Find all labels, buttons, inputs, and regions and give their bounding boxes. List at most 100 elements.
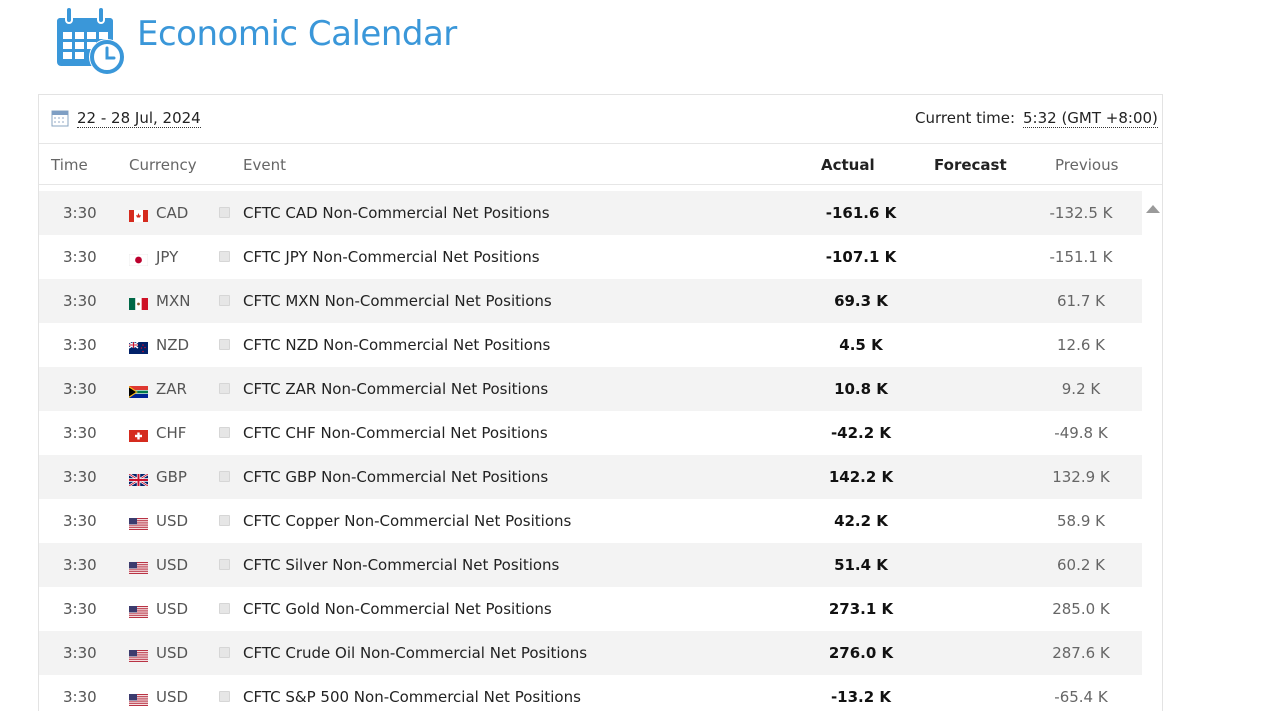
page-title: Economic Calendar: [137, 14, 457, 54]
row-currency: USD: [156, 556, 189, 574]
table-row[interactable]: 3:30 USD CFTC Gold Non-Commercial Net Posi…: [39, 587, 1142, 631]
importance-icon: [219, 515, 230, 526]
us-flag-icon: [129, 604, 148, 618]
header-previous: Previous: [1055, 156, 1119, 174]
importance-icon: [219, 251, 230, 262]
row-actual: 42.2 K: [834, 512, 888, 530]
row-event[interactable]: CFTC CHF Non-Commercial Net Positions: [243, 424, 548, 442]
importance-icon: [219, 383, 230, 394]
row-event[interactable]: CFTC NZD Non-Commercial Net Positions: [243, 336, 550, 354]
us-flag-icon: [129, 692, 148, 706]
events-table: 3:30 CAD CFTC CAD Non-Commercial Net Posit…: [39, 191, 1142, 719]
table-row[interactable]: 3:30 USD CFTC Copper Non-Commercial Net Po…: [39, 499, 1142, 543]
table-row[interactable]: 3:30 GBP CFTC GBP Non-Commercial Net Posit…: [39, 455, 1142, 499]
row-actual: 142.2 K: [828, 468, 894, 486]
row-time: 3:30: [63, 512, 97, 530]
table-row[interactable]: 3:30 USD CFTC Silver Non-Commercial Net Po…: [39, 543, 1142, 587]
row-actual: -13.2 K: [830, 688, 892, 706]
row-currency: CHF: [156, 424, 187, 442]
row-event[interactable]: CFTC ZAR Non-Commercial Net Positions: [243, 380, 548, 398]
row-time: 3:30: [63, 688, 97, 706]
jp-flag-icon: [128, 252, 149, 267]
row-previous: -49.8 K: [1054, 424, 1108, 442]
table-row[interactable]: 3:30 NZD CFTC NZD Non-Commercial Net Posit…: [39, 323, 1142, 367]
row-event[interactable]: CFTC S&P 500 Non-Commercial Net Position…: [243, 688, 581, 706]
row-actual: -42.2 K: [830, 424, 892, 442]
row-time: 3:30: [63, 292, 97, 310]
row-previous: 285.0 K: [1052, 600, 1110, 618]
current-time-value[interactable]: 5:32 (GMT +8:00): [1023, 109, 1158, 128]
row-actual: -107.1 K: [825, 248, 897, 266]
row-actual: -161.6 K: [825, 204, 897, 222]
calendar-icon[interactable]: [51, 109, 69, 127]
row-actual: 276.0 K: [828, 644, 894, 662]
ch-flag-icon: [129, 428, 148, 442]
row-previous: 58.9 K: [1056, 512, 1105, 530]
row-time: 3:30: [63, 556, 97, 574]
row-event[interactable]: CFTC Gold Non-Commercial Net Positions: [243, 600, 552, 618]
header-currency: Currency: [129, 156, 197, 174]
header-actual: Actual: [821, 156, 875, 174]
row-event[interactable]: CFTC JPY Non-Commercial Net Positions: [243, 248, 540, 266]
gb-flag-icon: [128, 472, 149, 488]
row-time: 3:30: [63, 468, 97, 486]
row-time: 3:30: [63, 336, 97, 354]
row-previous: 132.9 K: [1052, 468, 1110, 486]
row-event[interactable]: CFTC MXN Non-Commercial Net Positions: [243, 292, 552, 310]
row-currency: CAD: [156, 204, 189, 222]
importance-icon: [219, 603, 230, 614]
row-time: 3:30: [63, 248, 97, 266]
row-time: 3:30: [63, 380, 97, 398]
table-row[interactable]: 3:30 CHF CFTC CHF Non-Commercial Net Posit…: [39, 411, 1142, 455]
importance-icon: [219, 559, 230, 570]
row-currency: USD: [156, 688, 189, 706]
row-currency: MXN: [156, 292, 191, 310]
row-previous: 9.2 K: [1061, 380, 1101, 398]
header-event: Event: [243, 156, 286, 174]
row-time: 3:30: [63, 424, 97, 442]
row-currency: USD: [156, 600, 189, 618]
row-time: 3:30: [63, 644, 97, 662]
current-time-label: Current time:: [915, 109, 1016, 127]
row-previous: -151.1 K: [1049, 248, 1113, 266]
row-event[interactable]: CFTC Silver Non-Commercial Net Positions: [243, 556, 559, 574]
row-currency: GBP: [156, 468, 187, 486]
importance-icon: [219, 647, 230, 658]
row-currency: ZAR: [156, 380, 187, 398]
row-event[interactable]: CFTC CAD Non-Commercial Net Positions: [243, 204, 550, 222]
table-row[interactable]: 3:30 USD CFTC Crude Oil Non-Commercial Net…: [39, 631, 1142, 675]
table-row[interactable]: 3:30 USD CFTC S&P 500 Non-Commercial Net P…: [39, 675, 1142, 719]
row-time: 3:30: [63, 600, 97, 618]
row-currency: NZD: [156, 336, 190, 354]
us-flag-icon: [129, 560, 148, 574]
table-header: Time Currency Event Actual Forecast Prev…: [39, 144, 1162, 185]
importance-icon: [219, 427, 230, 438]
row-previous: 60.2 K: [1056, 556, 1105, 574]
za-flag-icon: [129, 384, 148, 398]
row-actual: 10.8 K: [834, 380, 888, 398]
row-previous: -132.5 K: [1049, 204, 1113, 222]
header-time: Time: [51, 156, 88, 174]
table-row[interactable]: 3:30 CAD CFTC CAD Non-Commercial Net Posit…: [39, 191, 1142, 235]
ca-flag-icon: [129, 208, 148, 222]
row-event[interactable]: CFTC GBP Non-Commercial Net Positions: [243, 468, 548, 486]
scroll-up-arrow-icon[interactable]: [1146, 199, 1160, 213]
row-actual: 51.4 K: [834, 556, 888, 574]
row-actual: 273.1 K: [828, 600, 894, 618]
row-event[interactable]: CFTC Copper Non-Commercial Net Positions: [243, 512, 571, 530]
table-row[interactable]: 3:30 JPY CFTC JPY Non-Commercial Net Posit…: [39, 235, 1142, 279]
date-range-picker[interactable]: 22 - 28 Jul, 2024: [77, 109, 201, 128]
table-row[interactable]: 3:30 MXN CFTC MXN Non-Commercial Net Posit…: [39, 279, 1142, 323]
us-flag-icon: [129, 648, 148, 662]
row-event[interactable]: CFTC Crude Oil Non-Commercial Net Positi…: [243, 644, 587, 662]
importance-icon: [219, 295, 230, 306]
table-row[interactable]: 3:30 ZAR CFTC ZAR Non-Commercial Net Posit…: [39, 367, 1142, 411]
importance-icon: [219, 691, 230, 702]
calendar-clock-icon: [54, 4, 130, 78]
date-bar: 22 - 28 Jul, 2024 Current time: 5:32 (GM…: [39, 95, 1162, 144]
row-previous: 61.7 K: [1056, 292, 1105, 310]
calendar-panel: 22 - 28 Jul, 2024 Current time: 5:32 (GM…: [38, 94, 1163, 711]
mx-flag-icon: [129, 296, 148, 310]
row-previous: 12.6 K: [1056, 336, 1105, 354]
row-actual: 4.5 K: [839, 336, 883, 354]
